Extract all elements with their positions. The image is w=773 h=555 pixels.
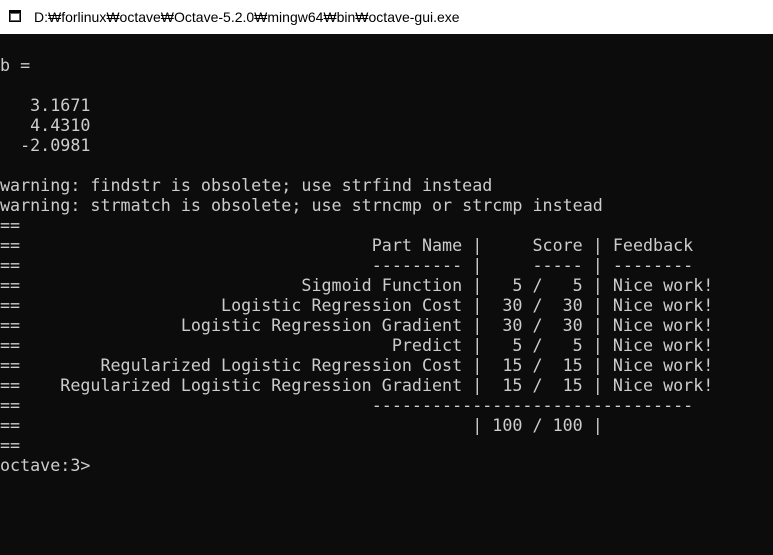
window-title: D:₩forlinux₩octave₩Octave-5.2.0₩mingw64₩… — [34, 9, 460, 25]
console-line: == Regularized Logistic Regression Cost … — [0, 355, 714, 375]
console-line: == — [0, 215, 21, 235]
octave-gui-window: D:₩forlinux₩octave₩Octave-5.2.0₩mingw64₩… — [0, 0, 773, 555]
console-line: 3.1671 — [0, 95, 91, 115]
console-line: == Predict | 5 / 5 | Nice work! — [0, 335, 714, 355]
console-line: == -------------------------------- — [0, 395, 694, 415]
console-line: == — [0, 435, 21, 455]
console-line: == --------- | ----- | -------- — [0, 255, 694, 275]
console-line: == | 100 / 100 | — [0, 415, 603, 435]
console-line: -2.0981 — [0, 135, 91, 155]
console-lines: b = 3.1671 4.4310 -2.0981 warning: findst… — [0, 55, 713, 475]
command-prompt[interactable]: octave:3> — [0, 455, 713, 475]
console-line: warning: findstr is obsolete; use strfin… — [0, 175, 493, 195]
console-line: == Logistic Regression Cost | 30 / 30 | … — [0, 295, 714, 315]
console-line: == Sigmoid Function | 5 / 5 | Nice work! — [0, 275, 714, 295]
console-line: == Logistic Regression Gradient | 30 / 3… — [0, 315, 714, 335]
console-line: warning: strmatch is obsolete; use strnc… — [0, 195, 603, 215]
title-bar[interactable]: D:₩forlinux₩octave₩Octave-5.2.0₩mingw64₩… — [0, 0, 773, 34]
console-line: b = — [0, 55, 31, 75]
console-line: 4.4310 — [0, 115, 91, 135]
console-line: == Part Name | Score | Feedback — [0, 235, 694, 255]
console-line: == Regularized Logistic Regression Gradi… — [0, 375, 714, 395]
console-window-icon — [9, 10, 21, 22]
console-output[interactable]: b = 3.1671 4.4310 -2.0981 warning: findst… — [0, 34, 773, 555]
